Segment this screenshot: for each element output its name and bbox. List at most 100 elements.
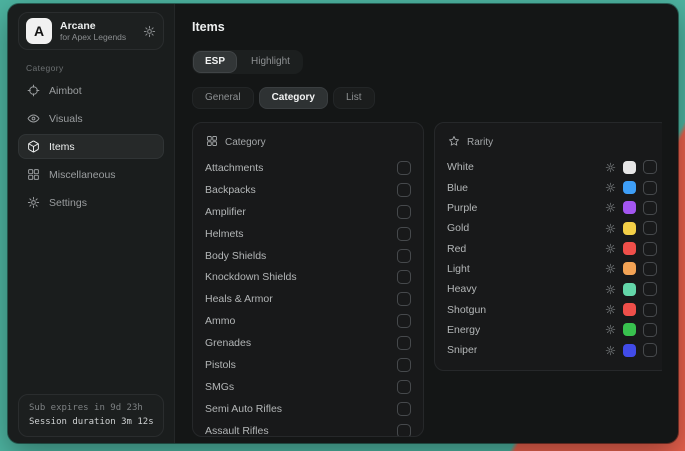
gear-icon[interactable] xyxy=(605,263,616,274)
category-checkbox[interactable] xyxy=(397,270,411,284)
sidebar-item[interactable]: Settings xyxy=(18,190,164,215)
category-row: Amplifier xyxy=(205,201,411,223)
rarity-row: Red xyxy=(447,238,657,258)
category-grid-icon xyxy=(206,135,218,150)
tab[interactable]: Category xyxy=(259,87,328,109)
rarity-controls xyxy=(605,181,657,195)
category-label: Knockdown Shields xyxy=(205,271,297,283)
tab[interactable]: General xyxy=(192,87,254,109)
rarity-checkbox[interactable] xyxy=(643,323,657,337)
gear-icon[interactable] xyxy=(605,304,616,315)
category-label: Heals & Armor xyxy=(205,293,273,305)
gear-icon[interactable] xyxy=(143,25,156,38)
category-label: Ammo xyxy=(205,315,235,327)
color-swatch[interactable] xyxy=(623,222,636,235)
rarity-row: White xyxy=(447,157,657,177)
rarity-row: Energy xyxy=(447,320,657,340)
sidebar-item[interactable]: Miscellaneous xyxy=(18,162,164,187)
category-list: Attachments Backpacks Amplifier xyxy=(205,157,411,437)
category-label: Pistols xyxy=(205,359,236,371)
rarity-label: Light xyxy=(447,263,470,275)
panels-row: Category Attachments Backpacks xyxy=(192,122,662,437)
gear-icon[interactable] xyxy=(605,202,616,213)
category-checkbox[interactable] xyxy=(397,205,411,219)
tab-bar: General Category List xyxy=(192,87,375,109)
crosshair-icon xyxy=(27,84,40,97)
gear-icon[interactable] xyxy=(605,345,616,356)
category-checkbox[interactable] xyxy=(397,292,411,306)
gear-icon[interactable] xyxy=(605,162,616,173)
session-duration-text: Session duration 3m 12s xyxy=(29,415,153,429)
desktop-background: A Arcane for Apex Legends Category Aimbo… xyxy=(0,0,685,451)
color-swatch[interactable] xyxy=(623,283,636,296)
category-row: Helmets xyxy=(205,223,411,245)
sidebar-item[interactable]: Items xyxy=(18,134,164,159)
category-label: Backpacks xyxy=(205,184,256,196)
color-swatch[interactable] xyxy=(623,181,636,194)
rarity-checkbox[interactable] xyxy=(643,181,657,195)
rarity-checkbox[interactable] xyxy=(643,282,657,296)
category-checkbox[interactable] xyxy=(397,380,411,394)
category-checkbox[interactable] xyxy=(397,314,411,328)
sidebar: A Arcane for Apex Legends Category Aimbo… xyxy=(8,4,175,443)
rarity-checkbox[interactable] xyxy=(643,242,657,256)
rarity-checkbox[interactable] xyxy=(643,160,657,174)
sidebar-item-label: Settings xyxy=(49,197,87,209)
category-checkbox[interactable] xyxy=(397,358,411,372)
rarity-checkbox[interactable] xyxy=(643,343,657,357)
rarity-checkbox[interactable] xyxy=(643,201,657,215)
subscription-info-box: Sub expires in 9d 23h Session duration 3… xyxy=(18,394,164,437)
rarity-row: Gold xyxy=(447,218,657,238)
category-checkbox[interactable] xyxy=(397,161,411,175)
gear-icon[interactable] xyxy=(605,182,616,193)
rarity-controls xyxy=(605,201,657,215)
rarity-row: Purple xyxy=(447,198,657,218)
page-title: Items xyxy=(192,20,662,34)
category-checkbox[interactable] xyxy=(397,402,411,416)
color-swatch[interactable] xyxy=(623,303,636,316)
sidebar-item[interactable]: Visuals xyxy=(18,106,164,131)
rarity-checkbox[interactable] xyxy=(643,221,657,235)
sidebar-item[interactable]: Aimbot xyxy=(18,78,164,103)
gear-icon[interactable] xyxy=(605,284,616,295)
gear-icon[interactable] xyxy=(605,324,616,335)
color-swatch[interactable] xyxy=(623,161,636,174)
color-swatch[interactable] xyxy=(623,344,636,357)
rarity-row: Heavy xyxy=(447,279,657,299)
rarity-panel-header: Rarity xyxy=(447,129,657,157)
rarity-controls xyxy=(605,160,657,174)
category-checkbox[interactable] xyxy=(397,227,411,241)
category-checkbox[interactable] xyxy=(397,336,411,350)
rarity-panel: Rarity White xyxy=(434,122,662,371)
mode-segment[interactable]: Highlight xyxy=(239,51,302,73)
brand-card: A Arcane for Apex Legends xyxy=(18,12,164,50)
category-checkbox[interactable] xyxy=(397,183,411,197)
sidebar-section-label: Category xyxy=(26,63,156,73)
color-swatch[interactable] xyxy=(623,323,636,336)
rarity-checkbox[interactable] xyxy=(643,303,657,317)
category-row: SMGs xyxy=(205,376,411,398)
category-row: Body Shields xyxy=(205,245,411,267)
mode-segment[interactable]: ESP xyxy=(193,51,237,73)
rarity-controls xyxy=(605,282,657,296)
rarity-label: White xyxy=(447,161,474,173)
rarity-label: Sniper xyxy=(447,344,477,356)
rarity-controls xyxy=(605,262,657,276)
category-checkbox[interactable] xyxy=(397,424,411,437)
rarity-row: Blue xyxy=(447,177,657,197)
category-row: Pistols xyxy=(205,354,411,376)
color-swatch[interactable] xyxy=(623,201,636,214)
tab[interactable]: List xyxy=(333,87,375,109)
gear-icon[interactable] xyxy=(605,223,616,234)
gear-icon[interactable] xyxy=(605,243,616,254)
eye-icon xyxy=(27,112,40,125)
sub-expiry-text: Sub expires in 9d 23h xyxy=(29,401,153,415)
rarity-checkbox[interactable] xyxy=(643,262,657,276)
category-checkbox[interactable] xyxy=(397,249,411,263)
app-subtitle: for Apex Legends xyxy=(60,32,126,43)
rarity-label: Gold xyxy=(447,222,469,234)
color-swatch[interactable] xyxy=(623,262,636,275)
color-swatch[interactable] xyxy=(623,242,636,255)
rarity-panel-title: Rarity xyxy=(467,137,493,148)
rarity-list: White Blue xyxy=(447,157,657,360)
